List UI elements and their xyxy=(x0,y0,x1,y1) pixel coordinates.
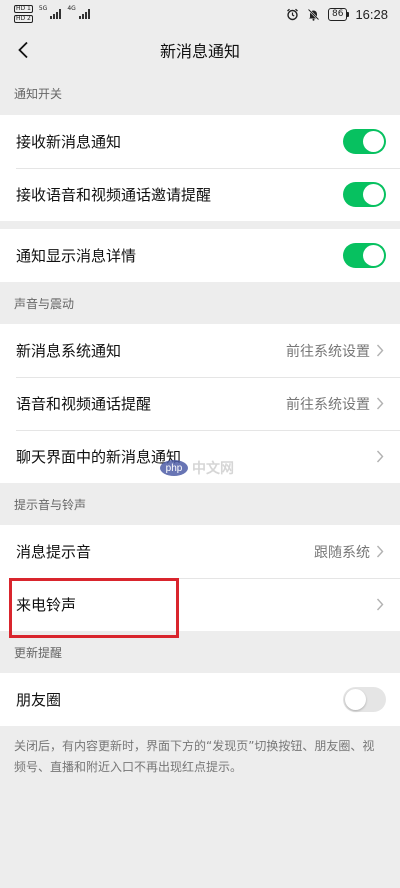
battery-icon: 86 xyxy=(328,7,350,21)
row-value: 前往系统设置 xyxy=(286,343,370,360)
row-ringtone[interactable]: 来电铃声 xyxy=(0,578,400,631)
nav-bar: 新消息通知 xyxy=(0,28,400,72)
row-new-msg-system[interactable]: 新消息系统通知 前往系统设置 xyxy=(0,324,400,377)
row-label: 接收新消息通知 xyxy=(16,133,122,151)
signal-icon-2 xyxy=(78,9,90,19)
toggle-knob xyxy=(363,245,384,266)
row-value: 前往系统设置 xyxy=(286,396,370,413)
toggle-knob xyxy=(363,131,384,152)
chevron-right-icon xyxy=(376,597,386,613)
section-header-update-reminder: 更新提醒 xyxy=(14,645,63,660)
row-label: 语音和视频通话提醒 xyxy=(16,395,152,413)
section-header-notify-switch: 通知开关 xyxy=(14,87,63,101)
row-moments: 朋友圈 xyxy=(0,673,400,726)
status-right: 86 16:28 xyxy=(286,7,388,22)
status-bar: HD 1 HD 2 5G 4G 86 16:28 xyxy=(0,0,400,28)
show-details-toggle[interactable] xyxy=(343,243,386,268)
row-show-details: 通知显示消息详情 xyxy=(0,229,400,282)
status-time: 16:28 xyxy=(355,6,388,22)
group-notify-switch: 接收新消息通知 接收语音和视频通话邀请提醒 xyxy=(0,115,400,221)
row-call-reminder[interactable]: 语音和视频通话提醒 前往系统设置 xyxy=(0,377,400,430)
chevron-right-icon xyxy=(376,449,386,465)
row-receive-new: 接收新消息通知 xyxy=(0,115,400,168)
sim1-badge: HD 1 xyxy=(14,5,33,13)
page-title: 新消息通知 xyxy=(159,42,240,61)
group-tone-ringtone: 消息提示音 跟随系统 来电铃声 xyxy=(0,525,400,631)
group-show-details: 通知显示消息详情 xyxy=(0,229,400,282)
row-receive-call-invite: 接收语音和视频通话邀请提醒 xyxy=(0,168,400,221)
row-right xyxy=(376,449,386,465)
row-label: 聊天界面中的新消息通知 xyxy=(16,448,182,466)
toggle-knob xyxy=(363,184,384,205)
row-label: 消息提示音 xyxy=(16,543,92,561)
toggle-knob xyxy=(345,689,366,710)
row-right: 前往系统设置 xyxy=(286,341,386,361)
mute-bell-icon xyxy=(307,8,320,21)
row-label: 通知显示消息详情 xyxy=(16,247,137,265)
row-label: 朋友圈 xyxy=(16,691,62,709)
sim2-badge: HD 2 xyxy=(14,15,33,23)
back-button[interactable] xyxy=(12,38,34,62)
chevron-right-icon xyxy=(376,396,386,412)
moments-toggle[interactable] xyxy=(343,687,386,712)
group-update-reminder: 朋友圈 xyxy=(0,673,400,726)
watermark-text: 中文网 xyxy=(192,461,234,477)
footer-note: 关闭后，有内容更新时，界面下方的“发现页”切换按钮、朋友圈、视频号、直播和附近入… xyxy=(14,739,375,774)
alarm-icon xyxy=(287,8,298,20)
section-header-tone-ringtone: 提示音与铃声 xyxy=(14,497,87,512)
status-left: HD 1 HD 2 5G 4G xyxy=(14,5,90,23)
row-label: 来电铃声 xyxy=(16,596,77,614)
receive-new-toggle[interactable] xyxy=(343,129,386,154)
row-value: 跟随系统 xyxy=(314,544,370,561)
network-type-1: 5G xyxy=(38,5,48,12)
signal-icon-1 xyxy=(50,9,62,19)
row-right: 前往系统设置 xyxy=(286,394,386,414)
receive-call-invite-toggle[interactable] xyxy=(343,182,386,207)
group-gap xyxy=(0,221,400,229)
section-header-sound-vibration: 声音与震动 xyxy=(14,296,75,311)
row-label: 新消息系统通知 xyxy=(16,342,122,360)
row-right xyxy=(376,597,386,613)
row-label: 接收语音和视频通话邀请提醒 xyxy=(16,186,212,204)
watermark-logo: php xyxy=(160,460,188,476)
sim-indicators: HD 1 HD 2 xyxy=(14,5,33,23)
chevron-right-icon xyxy=(376,544,386,560)
network-type-2: 4G xyxy=(67,5,76,12)
row-msg-tone[interactable]: 消息提示音 跟随系统 xyxy=(0,525,400,578)
back-arrow-icon xyxy=(18,41,28,59)
chevron-right-icon xyxy=(376,343,386,359)
watermark: php 中文网 xyxy=(160,458,234,478)
row-right: 跟随系统 xyxy=(314,542,386,562)
